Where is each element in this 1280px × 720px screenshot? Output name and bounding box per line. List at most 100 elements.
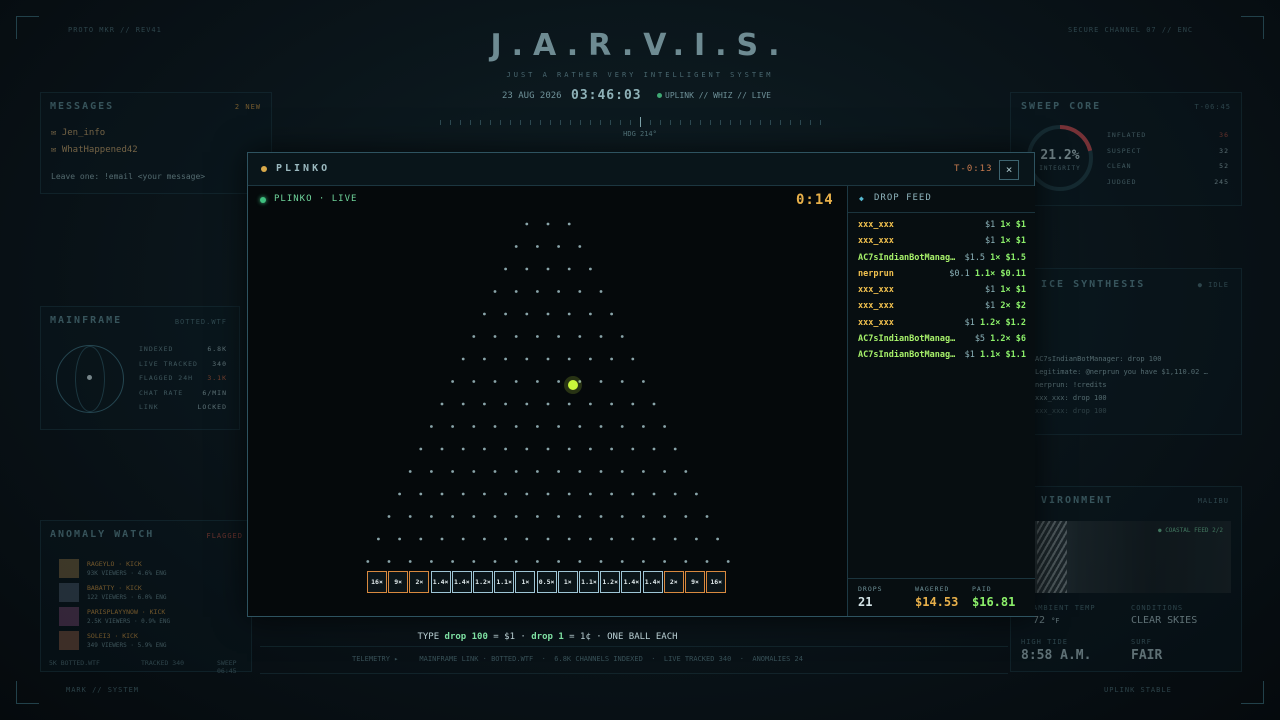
stat-row: SUSPECT 32: [1107, 147, 1229, 163]
window-timer: T-0:13: [954, 164, 993, 174]
peg-field: [366, 222, 730, 563]
voice-log-line: AC7sIndianBotManager: drop 100: [1035, 355, 1162, 363]
peg: [620, 470, 624, 473]
anomaly-item[interactable]: SOLEI3 · KICK 349 VIEWERS · 5.9% ENG: [59, 631, 249, 655]
channel-thumbnail: [59, 631, 79, 650]
peg: [408, 470, 412, 473]
plinko-ball: [568, 380, 578, 390]
peg: [483, 402, 486, 406]
channel-name: PARISPLAYYNOW · KICK: [87, 608, 166, 616]
peg: [589, 537, 592, 541]
compass-tick: [610, 120, 611, 125]
peg: [599, 290, 603, 293]
peg: [557, 380, 560, 383]
peg: [567, 537, 571, 541]
anomaly-item[interactable]: PARISPLAYYNOW · KICK 2.5K VIEWERS · 0.9% …: [59, 607, 249, 631]
feed-amounts: $5 1.2× $6: [975, 334, 1026, 344]
peg: [514, 515, 518, 518]
feed-result: 1.1× $1.1: [979, 350, 1026, 361]
env-tide: 8:58 A.M.: [1021, 648, 1092, 663]
peg: [578, 335, 582, 338]
peg: [705, 560, 709, 563]
peg: [451, 380, 454, 383]
multiplier-slot: 0.5×: [536, 571, 557, 593]
voice-tag: ● IDLE: [1197, 281, 1229, 289]
drop-feed-list: xxx_xxx $1 1× $1 xxx_xxx $1 1× $1 AC7sIndian…: [858, 218, 1026, 365]
peg: [695, 537, 698, 541]
peg: [631, 492, 635, 496]
plinko-board: PLINKO · LIVE 0:14 TYPE drop 100 = $1 · …: [248, 186, 847, 642]
multiplier-slot: 1×: [515, 571, 536, 593]
peg: [472, 470, 476, 473]
peg: [695, 492, 698, 496]
peg: [504, 537, 507, 541]
window-titlebar[interactable]: PLINKO T-0:13 ×: [248, 153, 1034, 186]
compass-tick: [530, 120, 531, 125]
anomaly-item[interactable]: RAGEYLO · KICK 93K VIEWERS · 4.6% ENG: [59, 559, 249, 583]
voice-panel: ICE SYNTHESIS ● IDLE AC7sIndianBotManage…: [1010, 268, 1242, 435]
sweep-title: SWEEP CORE: [1021, 101, 1102, 112]
feed-row: AC7sIndianBotManager $1.5 1× $1.5: [858, 251, 1026, 267]
stat-value: 245: [1214, 177, 1229, 186]
multiplier-slot: 1.1×: [494, 571, 515, 593]
compass-tick: [760, 120, 761, 125]
channel-meta: 93K VIEWERS · 4.6% ENG: [87, 570, 167, 577]
status-dot-icon: [657, 93, 662, 98]
peg: [578, 560, 582, 563]
compass-tick: [460, 120, 461, 125]
feed-result: 1× $1: [1000, 285, 1026, 296]
peg: [546, 402, 550, 406]
feed-amounts: $1 2× $2: [985, 301, 1026, 311]
peg: [387, 560, 391, 563]
peg: [620, 335, 624, 338]
compass-tick: [630, 120, 631, 125]
feed-amounts: $1 1.1× $1.1: [965, 350, 1026, 360]
peg: [716, 537, 719, 541]
compass-tick: [480, 120, 481, 125]
message-item[interactable]: ✉ Jen_info: [51, 128, 105, 138]
peg: [504, 267, 507, 271]
peg: [589, 402, 592, 406]
peg: [472, 560, 476, 563]
channel-meta: 122 VIEWERS · 6.0% ENG: [87, 594, 167, 601]
feed-amounts: $1 1× $1: [985, 220, 1026, 230]
peg: [610, 492, 613, 496]
peg: [673, 537, 677, 541]
anomaly-item[interactable]: BABATTY · KICK 122 VIEWERS · 6.0% ENG: [59, 583, 249, 607]
message-item[interactable]: ✉ WhatHappened42: [51, 145, 138, 155]
peg: [536, 245, 539, 248]
peg: [419, 447, 423, 451]
feed-wager: $5: [974, 334, 991, 345]
voice-log-line: xxx_xxx: drop 100: [1035, 394, 1107, 402]
peg: [620, 425, 624, 428]
integrity-label: INTEGRITY: [1039, 165, 1081, 172]
sweep-stats: INFLATED 36 SUSPECT 32 CLEAN 52 JUDGED 245: [1107, 131, 1229, 193]
peg: [398, 492, 401, 496]
peg: [631, 447, 635, 451]
compass-tick: [750, 120, 751, 125]
compass-tick: [450, 120, 451, 125]
feed-wager: $1.5: [964, 252, 991, 263]
stat-row: FLAGGED 24H 3.1K: [139, 374, 227, 389]
peg: [620, 560, 624, 563]
multiplier-slot: 1.4×: [451, 571, 472, 593]
channel-name: BABATTY · KICK: [87, 584, 142, 592]
peg: [610, 447, 613, 451]
compass-ticks: [440, 117, 821, 127]
anomaly-list: RAGEYLO · KICK 93K VIEWERS · 4.6% ENG BABA…: [59, 559, 249, 655]
stat-key: INDEXED: [139, 345, 174, 353]
peg: [493, 515, 497, 518]
peg: [673, 447, 677, 451]
close-button[interactable]: ×: [999, 160, 1019, 180]
peg: [663, 425, 666, 428]
peg: [567, 447, 571, 451]
feed-user: xxx_xxx: [858, 301, 894, 312]
peg: [514, 335, 518, 338]
peg: [472, 335, 476, 338]
compass-tick: [510, 120, 511, 125]
drop-feed-header: ◆ DROP FEED: [848, 186, 1035, 213]
peg: [525, 312, 529, 316]
stat-value: 52: [1219, 162, 1229, 170]
mainframe-title: MAINFRAME: [50, 315, 123, 326]
sweep-time: T-06:45: [1194, 103, 1231, 111]
